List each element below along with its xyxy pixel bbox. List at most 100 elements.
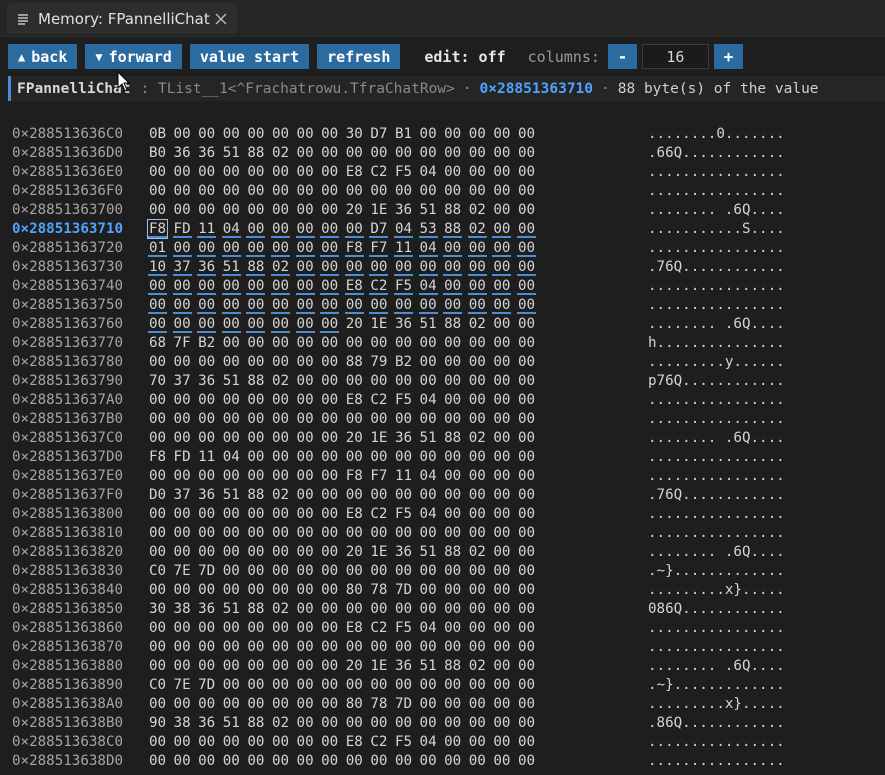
hex-byte[interactable]: 00 [246,239,266,257]
tab-memory[interactable]: Memory: FPannelliChat [7,3,237,34]
hex-byte[interactable]: 00 [419,714,438,733]
hex-byte[interactable]: 00 [197,201,216,220]
hex-byte[interactable]: 00 [296,581,315,600]
hex-byte[interactable]: 36 [394,657,413,676]
hex-byte[interactable]: 00 [492,429,511,448]
hex-byte[interactable]: 00 [296,334,315,353]
hex-byte[interactable]: 00 [492,125,511,144]
hex-byte[interactable]: 00 [320,467,339,486]
hex-byte[interactable]: 00 [492,201,511,220]
hex-dump[interactable]: 0×288513636C0 0B 00 00 00 00 00 00 00 30 D7 B1 00 00 0… [12,125,785,771]
hex-byte[interactable]: 00 [246,524,265,543]
hex-byte[interactable]: 00 [173,524,192,543]
hex-byte[interactable]: 00 [468,125,487,144]
row-address[interactable]: 0×28851363890 [12,676,148,695]
hex-byte[interactable]: 1E [369,543,388,562]
hex-byte[interactable]: 00 [173,733,192,752]
hex-byte[interactable]: 00 [148,315,167,333]
value-start-button[interactable]: value start [189,44,310,69]
hex-byte[interactable]: 00 [443,353,462,372]
hex-byte[interactable]: 00 [468,524,487,543]
hex-byte[interactable]: 00 [221,315,241,333]
hex-byte[interactable]: 00 [296,752,315,771]
hex-byte[interactable]: 00 [320,733,339,752]
hex-byte[interactable]: 7D [197,562,216,581]
hex-byte[interactable]: 00 [320,372,339,391]
row-address[interactable]: 0×288513638D0 [12,752,148,771]
hex-byte[interactable]: 68 [148,334,167,353]
row-address[interactable]: 0×288513636E0 [12,163,148,182]
row-address[interactable]: 0×28851363770 [12,334,148,353]
hex-byte[interactable]: 00 [345,676,364,695]
hex-byte[interactable]: 00 [517,638,536,657]
hex-byte[interactable]: 00 [197,163,216,182]
hex-byte[interactable]: 04 [221,220,241,238]
hex-byte[interactable]: 00 [468,619,487,638]
row-address[interactable]: 0×28851363840 [12,581,148,600]
hex-byte[interactable]: 00 [222,163,241,182]
hex-byte[interactable]: 00 [222,524,241,543]
hex-byte[interactable]: F5 [394,619,413,638]
hex-byte[interactable]: 10 [148,258,167,276]
hex-byte[interactable]: C2 [369,733,388,752]
hex-byte[interactable]: 00 [517,562,536,581]
hex-byte[interactable]: 00 [173,391,192,410]
hex-byte[interactable]: 00 [517,733,536,752]
hex-byte[interactable]: 53 [418,220,438,238]
hex-byte[interactable]: 00 [246,619,265,638]
hex-byte[interactable]: 00 [295,296,315,314]
hex-byte[interactable]: 11 [197,448,216,467]
hex-byte[interactable]: 00 [271,562,290,581]
hex-byte[interactable]: 00 [148,277,167,295]
hex-byte[interactable]: 00 [271,334,290,353]
hex-byte[interactable]: 00 [492,353,511,372]
hex-byte[interactable]: 00 [271,277,290,295]
hex-byte[interactable]: 00 [173,410,192,429]
hex-byte[interactable]: 30 [345,125,364,144]
hex-row[interactable]: 0×28851363720 01 00 00 00 00 00 00 00 F8 F7 11 04 00 0… [12,239,785,258]
hex-byte[interactable]: 00 [394,334,413,353]
hex-byte[interactable]: 00 [148,391,167,410]
hex-byte[interactable]: 00 [468,372,487,391]
hex-byte[interactable]: 00 [222,429,241,448]
hex-byte[interactable]: 00 [419,448,438,467]
hex-byte[interactable]: 00 [222,657,241,676]
hex-byte[interactable]: 00 [172,277,192,295]
hex-byte[interactable]: 00 [394,600,413,619]
hex-byte[interactable]: 00 [246,657,265,676]
hex-byte[interactable]: 00 [222,125,241,144]
hex-row[interactable]: 0×28851363700 00 00 00 00 00 00 00 00 20 1E 36 51 88 0… [12,201,785,220]
hex-byte[interactable]: 37 [173,372,192,391]
hex-row[interactable]: 0×28851363730 10 37 36 51 88 02 00 00 00 00 00 00 00 0… [12,258,785,277]
hex-byte[interactable]: 00 [517,220,536,238]
hex-byte[interactable]: 00 [443,486,462,505]
hex-byte[interactable]: 00 [296,562,315,581]
hex-byte[interactable]: 00 [296,429,315,448]
hex-byte[interactable]: 02 [271,144,290,163]
hex-byte[interactable]: 00 [271,581,290,600]
hex-row[interactable]: 0×288513636F0 00 00 00 00 00 00 00 00 00 00 00 00 00 0… [12,182,785,201]
hex-byte[interactable]: 02 [271,486,290,505]
hex-byte[interactable]: 00 [394,372,413,391]
hex-row[interactable]: 0×28851363770 68 7F B2 00 00 00 00 00 00 00 00 00 00 0… [12,334,785,353]
hex-byte[interactable]: 00 [443,296,463,314]
row-address[interactable]: 0×288513638B0 [12,714,148,733]
hex-byte[interactable]: 00 [320,296,340,314]
hex-byte[interactable]: 00 [468,581,487,600]
hex-byte[interactable]: 00 [517,182,536,201]
hex-byte[interactable]: 00 [394,296,413,314]
row-address[interactable]: 0×28851363800 [12,505,148,524]
hex-byte[interactable]: 00 [492,600,511,619]
hex-byte[interactable]: 00 [443,600,462,619]
hex-byte[interactable]: 00 [197,657,216,676]
hex-byte[interactable]: 00 [517,600,536,619]
hex-byte[interactable]: 00 [345,524,364,543]
hex-byte[interactable]: 00 [369,144,388,163]
hex-byte[interactable]: 00 [419,562,438,581]
hex-byte[interactable]: 00 [296,619,315,638]
forward-button[interactable]: ▼ forward [85,44,182,69]
hex-byte[interactable]: 00 [246,391,265,410]
hex-byte[interactable]: 37 [173,486,192,505]
hex-byte[interactable]: 02 [271,714,290,733]
row-address[interactable]: 0×288513636C0 [12,125,148,144]
